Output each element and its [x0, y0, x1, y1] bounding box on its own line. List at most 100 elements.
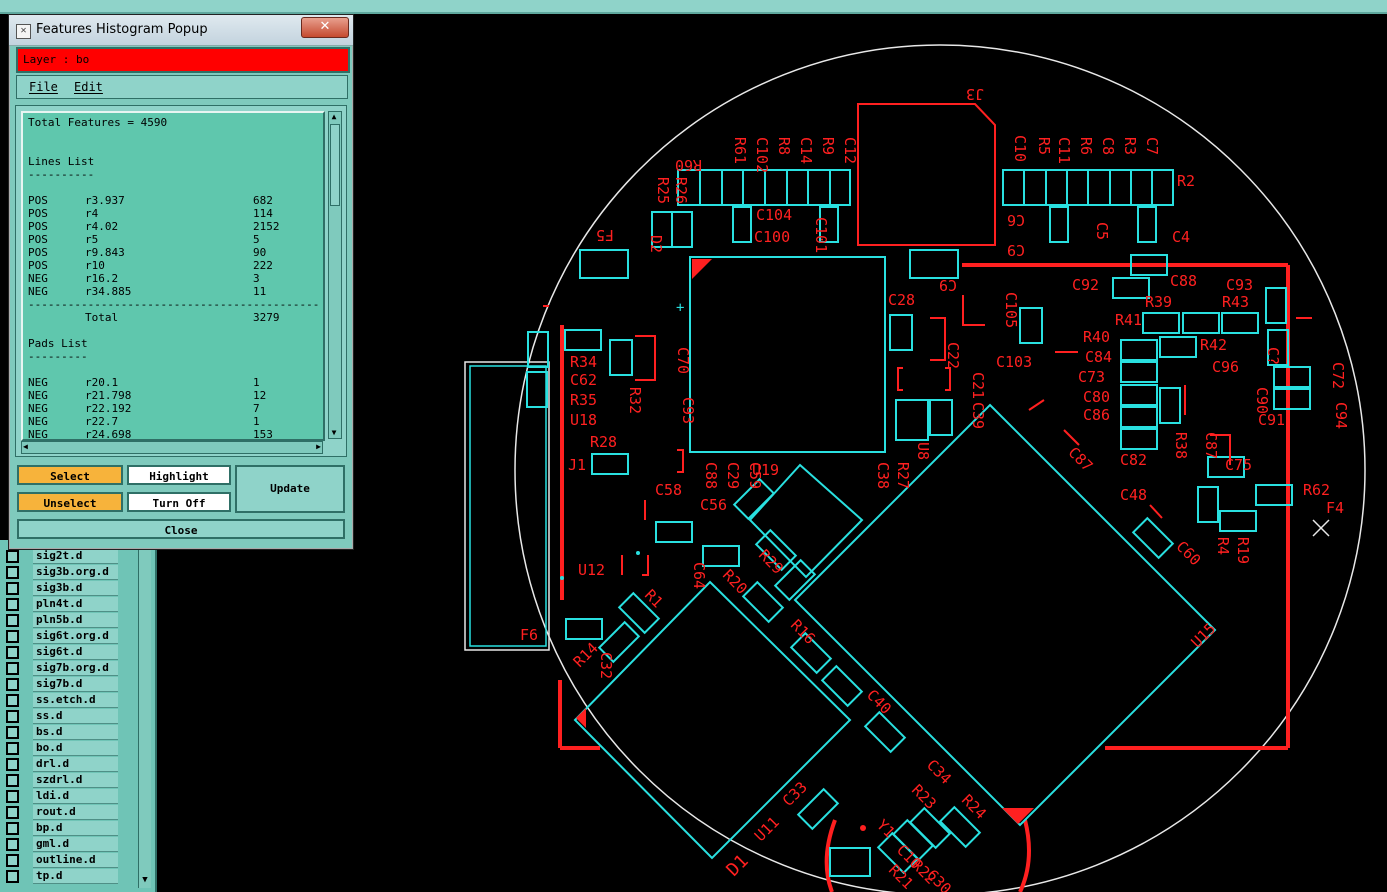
svg-text:R2: R2 — [1177, 172, 1195, 190]
layer-row[interactable]: drl.d — [6, 756, 124, 772]
histogram-vertical-scrollbar[interactable]: ▲ ▼ — [328, 111, 342, 439]
layer-checkbox[interactable] — [6, 629, 19, 643]
close-button[interactable]: Close — [17, 519, 345, 539]
layer-row[interactable]: outline.d — [6, 852, 124, 868]
layer-row[interactable]: szdrl.d — [6, 772, 124, 788]
layer-checkbox[interactable] — [6, 725, 19, 739]
update-button[interactable]: Update — [235, 465, 345, 513]
lines-row: POS r4.02 2152 — [28, 220, 280, 233]
layer-name[interactable]: sig6t.org.d — [33, 628, 118, 644]
layer-row[interactable]: sig6t.d — [6, 644, 124, 660]
layer-name[interactable]: szdrl.d — [33, 772, 118, 788]
layer-checkbox[interactable] — [6, 597, 19, 611]
svg-text:R60: R60 — [675, 156, 702, 174]
layer-name[interactable]: sig6t.d — [33, 644, 118, 660]
menu-file[interactable]: File — [29, 80, 58, 94]
layer-checkbox[interactable] — [6, 645, 19, 659]
layer-name[interactable]: sig3b.d — [33, 580, 118, 596]
layer-checkbox[interactable] — [6, 709, 19, 723]
layer-name[interactable]: tp.d — [33, 868, 118, 884]
layer-name[interactable]: ss.d — [33, 708, 118, 724]
layer-checkbox[interactable] — [6, 757, 19, 771]
total-features-line: Total Features = 4590 — [28, 116, 168, 129]
layer-name[interactable]: gml.d — [33, 836, 118, 852]
app-top-strip — [0, 0, 1387, 14]
layer-row[interactable]: sig6t.org.d — [6, 628, 124, 644]
layer-name[interactable]: pln5b.d — [33, 612, 118, 628]
layer-name[interactable]: bp.d — [33, 820, 118, 836]
layer-row[interactable]: ss.d — [6, 708, 124, 724]
menu-edit[interactable]: Edit — [74, 80, 103, 94]
svg-text:C103: C103 — [996, 353, 1032, 371]
layer-checkbox[interactable] — [6, 693, 19, 707]
layer-name[interactable]: sig7b.d — [33, 676, 118, 692]
svg-text:C58: C58 — [655, 481, 682, 499]
svg-text:C39: C39 — [969, 402, 987, 429]
select-button[interactable]: Select — [17, 465, 123, 485]
scroll-down-icon[interactable]: ▼ — [139, 874, 151, 886]
layer-checkbox[interactable] — [6, 549, 19, 563]
layer-row[interactable]: bp.d — [6, 820, 124, 836]
layer-row[interactable]: sig2t.d — [6, 548, 124, 564]
svg-text:R3: R3 — [1121, 137, 1139, 155]
layer-name[interactable]: pln4t.d — [33, 596, 118, 612]
layer-checkbox[interactable] — [6, 613, 19, 627]
layer-name[interactable]: rout.d — [33, 804, 118, 820]
turn-off-button[interactable]: Turn Off — [127, 492, 231, 512]
window-close-button[interactable]: ✕ — [301, 17, 349, 38]
layer-name[interactable]: sig7b.org.d — [33, 660, 118, 676]
scrollbar-thumb[interactable] — [330, 124, 340, 206]
layer-row[interactable]: gml.d — [6, 836, 124, 852]
unselect-button[interactable]: Unselect — [17, 492, 123, 512]
layer-name[interactable]: sig3b.org.d — [33, 564, 118, 580]
layer-checkbox[interactable] — [6, 661, 19, 675]
layer-name[interactable]: drl.d — [33, 756, 118, 772]
layer-name[interactable]: ldi.d — [33, 788, 118, 804]
histogram-text-area[interactable]: Total Features = 4590 Lines List -------… — [21, 111, 325, 441]
layer-row[interactable]: ldi.d — [6, 788, 124, 804]
layer-row[interactable]: pln5b.d — [6, 612, 124, 628]
layer-checkbox[interactable] — [6, 789, 19, 803]
lines-row: POS r9.843 90 — [28, 246, 267, 259]
svg-text:C12: C12 — [841, 137, 859, 164]
layer-name[interactable]: sig2t.d — [33, 548, 118, 564]
layer-row[interactable]: sig7b.d — [6, 676, 124, 692]
layer-row[interactable]: pln4t.d — [6, 596, 124, 612]
layer-checkbox[interactable] — [6, 821, 19, 835]
layer-row[interactable]: tp.d — [6, 868, 124, 884]
layer-checkbox[interactable] — [6, 741, 19, 755]
layer-name[interactable]: ss.etch.d — [33, 692, 118, 708]
svg-text:R32: R32 — [626, 387, 644, 414]
layer-checkbox[interactable] — [6, 773, 19, 787]
layer-row[interactable]: bs.d — [6, 724, 124, 740]
histogram-horizontal-scrollbar[interactable]: ◀ ▶ — [21, 441, 323, 454]
layer-row[interactable]: sig3b.d — [6, 580, 124, 596]
pads-row: NEG r22.7 1 — [28, 415, 260, 428]
lines-row: POS r5 5 — [28, 233, 260, 246]
layer-name[interactable]: bo.d — [33, 740, 118, 756]
svg-text:R42: R42 — [1200, 336, 1227, 354]
layer-row[interactable]: sig3b.org.d — [6, 564, 124, 580]
layer-checkbox[interactable] — [6, 581, 19, 595]
layer-row[interactable]: sig7b.org.d — [6, 660, 124, 676]
layer-checkbox[interactable] — [6, 677, 19, 691]
layer-checkbox[interactable] — [6, 805, 19, 819]
layer-checkbox[interactable] — [6, 565, 19, 579]
scroll-right-icon[interactable]: ▶ — [316, 442, 321, 452]
layer-checkbox[interactable] — [6, 869, 19, 883]
layer-list-scrollbar[interactable]: ▼ — [138, 544, 151, 888]
layer-row[interactable]: ss.etch.d — [6, 692, 124, 708]
lines-total-row: Total 3279 — [85, 311, 280, 324]
layer-row[interactable]: bo.d — [6, 740, 124, 756]
layer-name[interactable]: bs.d — [33, 724, 118, 740]
layer-name[interactable]: outline.d — [33, 852, 118, 868]
scroll-up-icon[interactable]: ▲ — [329, 112, 339, 122]
popup-titlebar[interactable]: ✕ Features Histogram Popup ✕ — [9, 15, 353, 46]
scroll-down-icon[interactable]: ▼ — [329, 428, 339, 438]
highlight-button[interactable]: Highlight — [127, 465, 231, 485]
svg-text:R61: R61 — [731, 137, 749, 164]
layer-checkbox[interactable] — [6, 837, 19, 851]
scroll-left-icon[interactable]: ◀ — [23, 442, 28, 452]
layer-row[interactable]: rout.d — [6, 804, 124, 820]
layer-checkbox[interactable] — [6, 853, 19, 867]
